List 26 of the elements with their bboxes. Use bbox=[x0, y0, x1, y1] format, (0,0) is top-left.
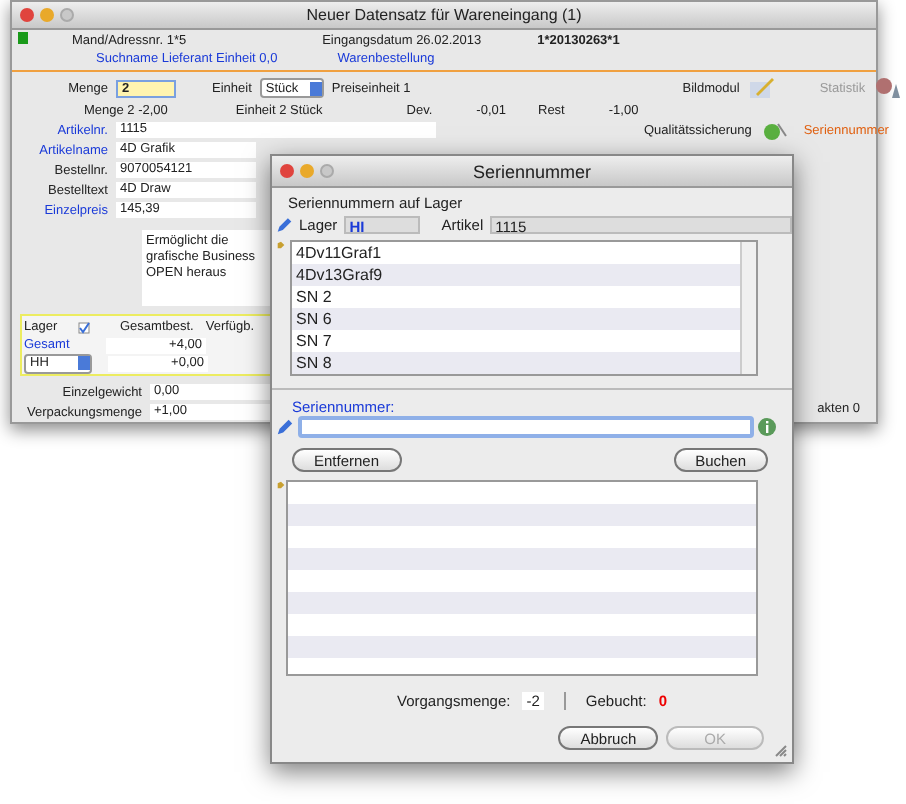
status-marker bbox=[18, 32, 28, 44]
serial-list-item[interactable]: 4Dv11Graf1 bbox=[292, 242, 740, 264]
window-title: Neuer Datensatz für Wareneingang (1) bbox=[306, 6, 582, 24]
serial-list-item[interactable]: SN 8 bbox=[292, 352, 740, 374]
dialog-title: Seriennummer bbox=[472, 161, 592, 181]
zoom-button[interactable] bbox=[60, 8, 74, 22]
serial-list-item[interactable]: SN 2 bbox=[292, 286, 740, 308]
serial-list-item[interactable]: 4Dv13Graf9 bbox=[292, 264, 740, 286]
resize-grip-icon[interactable] bbox=[774, 744, 788, 758]
serial-input-field[interactable] bbox=[298, 416, 754, 438]
zoom-button[interactable] bbox=[320, 164, 334, 178]
serial-list-item[interactable]: SN 6 bbox=[292, 308, 740, 330]
close-button[interactable] bbox=[20, 8, 34, 22]
tag-icon bbox=[276, 480, 286, 490]
chart-shapes-icon[interactable] bbox=[873, 76, 902, 100]
pencil-paper-icon[interactable] bbox=[747, 76, 776, 100]
tag-icon bbox=[276, 240, 286, 250]
scrollbar[interactable] bbox=[740, 242, 756, 374]
info-icon[interactable] bbox=[758, 418, 776, 436]
pencil-icon[interactable] bbox=[276, 216, 293, 234]
pencil-icon[interactable] bbox=[276, 418, 294, 436]
serial-list-item[interactable]: SN 7 bbox=[292, 330, 740, 352]
checkbox[interactable] bbox=[78, 321, 90, 333]
close-button[interactable] bbox=[280, 164, 294, 178]
minimize-button[interactable] bbox=[40, 8, 54, 22]
minimize-button[interactable] bbox=[300, 164, 314, 178]
